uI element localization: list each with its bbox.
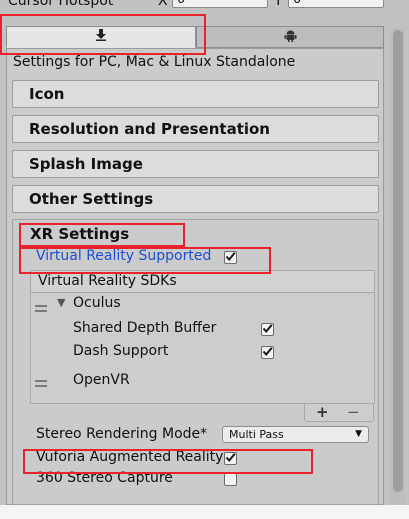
checkmark-icon: [262, 322, 273, 338]
checkmark-icon: [262, 345, 273, 361]
vuforia-checkbox[interactable]: [224, 452, 237, 465]
stereo-360-capture-checkbox[interactable]: [224, 473, 237, 486]
foldout-arrow-icon[interactable]: ▼: [57, 296, 65, 309]
stereo-rendering-mode-label: Stereo Rendering Mode*: [36, 426, 208, 442]
scrollbar-thumb[interactable]: [393, 30, 403, 492]
remove-sdk-button[interactable]: −: [347, 403, 360, 421]
sdk-oculus-label: Oculus: [73, 295, 121, 311]
x-label: X: [158, 0, 168, 9]
shared-depth-buffer-label: Shared Depth Buffer: [73, 320, 217, 336]
section-xr-settings[interactable]: XR Settings: [30, 225, 129, 243]
vr-sdks-header: Virtual Reality SDKs: [30, 270, 375, 292]
sdk-list-footer: [304, 404, 374, 422]
vr-supported-label: Virtual Reality Supported: [36, 248, 212, 264]
y-label: Y: [274, 0, 283, 9]
tab-standalone[interactable]: [6, 26, 196, 48]
stereo-360-capture-label: 360 Stereo Capture: [36, 470, 173, 486]
y-field[interactable]: 0: [288, 0, 384, 8]
section-other-settings[interactable]: Other Settings: [12, 185, 379, 213]
sdk-openvr-label: OpenVR: [73, 372, 130, 388]
vuforia-label: Vuforia Augmented Reality: [36, 449, 224, 465]
shared-depth-buffer-checkbox[interactable]: [261, 323, 274, 336]
dash-support-label: Dash Support: [73, 343, 169, 359]
x-field[interactable]: 0: [172, 0, 268, 8]
download-icon: [95, 29, 107, 45]
drag-handle-icon[interactable]: [35, 305, 47, 315]
checkmark-icon: [225, 250, 236, 266]
section-icon[interactable]: Icon: [12, 80, 379, 108]
checkmark-icon: [225, 451, 236, 467]
stereo-rendering-mode-value: Multi Pass: [229, 428, 284, 441]
android-icon: [284, 29, 297, 46]
section-resolution[interactable]: Resolution and Presentation: [12, 115, 379, 143]
bottom-strip: [0, 505, 409, 519]
add-sdk-button[interactable]: +: [316, 403, 329, 421]
stereo-rendering-mode-dropdown[interactable]: Multi Pass ▼: [222, 426, 369, 443]
cursor-hotspot-label: Cursor Hotspot: [8, 0, 114, 9]
dash-support-checkbox[interactable]: [261, 346, 274, 359]
drag-handle-icon[interactable]: [35, 380, 47, 390]
tab-android[interactable]: [196, 26, 384, 48]
settings-for-label: Settings for PC, Mac & Linux Standalone: [13, 54, 296, 70]
dropdown-arrow-icon: ▼: [355, 429, 362, 439]
vr-supported-checkbox[interactable]: [224, 251, 237, 264]
section-splash-image[interactable]: Splash Image: [12, 150, 379, 178]
